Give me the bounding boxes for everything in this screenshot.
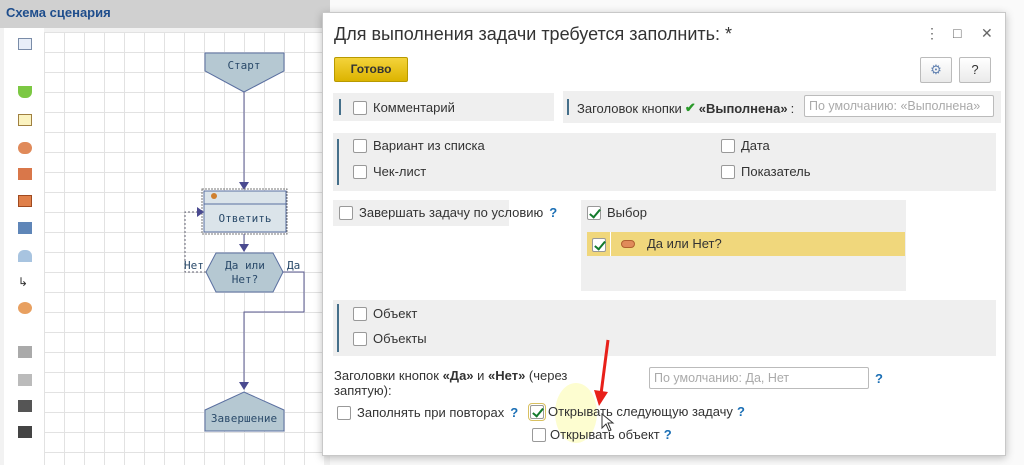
task-fill-dialog: Для выполнения задачи требуется заполнит… — [322, 12, 1006, 456]
mouse-cursor-icon — [601, 413, 615, 432]
open-next-task-checkbox[interactable] — [528, 402, 546, 421]
properties-tool-icon[interactable] — [18, 38, 32, 50]
decision-tool-icon[interactable] — [18, 142, 32, 154]
option-label: Показатель — [741, 164, 811, 179]
subprocess-tool-icon[interactable] — [18, 195, 32, 207]
start-node-label: Старт — [227, 59, 260, 72]
option-list-variant[interactable]: Вариант из списка — [353, 138, 485, 153]
decision-label-2: Нет? — [232, 273, 259, 286]
option-checkbox[interactable] — [353, 164, 367, 179]
objects-row[interactable]: Объекты — [353, 331, 427, 346]
choice-item-checkbox[interactable] — [592, 237, 606, 252]
help-icon[interactable]: ? — [510, 405, 518, 420]
yes-no-captions-label: Заголовки кнопок «Да» и «Нет» (через запя… — [334, 368, 568, 398]
process-tool-icon[interactable] — [18, 168, 32, 180]
send-back-icon[interactable] — [18, 426, 32, 438]
no-branch-label: Нет — [184, 259, 204, 272]
help-icon[interactable]: ? — [737, 404, 745, 419]
user-icon — [211, 193, 217, 199]
scenario-scheme-title: Схема сценария — [0, 0, 330, 28]
finish-by-condition-group: Завершать задачу по условию? — [333, 200, 557, 226]
connector-tool-icon[interactable]: ↳ — [18, 276, 32, 288]
yes-branch-label: Да — [287, 259, 300, 272]
option-checkbox[interactable] — [353, 138, 367, 153]
option-checkbox[interactable] — [721, 138, 735, 153]
option-checkbox[interactable] — [721, 164, 735, 179]
button-caption-group: Заголовок кнопки ✔ «Выполнена»: По умолчан… — [563, 91, 1001, 123]
open-next-task-label: Открывать следующую задачу — [548, 404, 733, 419]
comment-checkbox-row[interactable]: Комментарий — [353, 100, 455, 115]
option-label: Вариант из списка — [373, 138, 485, 153]
choice-label: Выбор — [607, 205, 647, 220]
option-date[interactable]: Дата — [721, 138, 770, 153]
bring-front-icon[interactable] — [18, 400, 32, 412]
choice-item-row[interactable]: Да или Нет? — [587, 232, 905, 256]
finish-by-condition-checkbox[interactable] — [339, 205, 353, 220]
settings-button[interactable]: ⚙ — [920, 57, 952, 83]
task-tool-icon[interactable] — [18, 114, 32, 126]
choice-checkbox[interactable] — [587, 205, 601, 220]
options-group: Вариант из списка Чек-лист Дата Показате… — [333, 133, 996, 191]
help-icon[interactable]: ? — [549, 205, 557, 220]
end-node-label: Завершение — [211, 412, 277, 425]
select-tool-icon[interactable] — [18, 346, 32, 358]
end-tool-icon[interactable] — [18, 250, 32, 262]
choice-row[interactable]: Выбор — [587, 205, 647, 220]
maximize-icon[interactable]: □ — [953, 25, 961, 41]
help-button[interactable]: ? — [959, 57, 991, 83]
yes-no-captions-input[interactable]: По умолчанию: Да, Нет — [649, 367, 869, 389]
gear-icon: ⚙ — [930, 62, 942, 77]
button-caption-label: Заголовок кнопки — [577, 100, 682, 116]
checkmark-icon: ✔ — [684, 100, 696, 115]
choice-group: Выбор Да или Нет? — [581, 200, 906, 291]
comment-checkbox[interactable] — [353, 100, 367, 115]
finish-by-condition-row[interactable]: Завершать задачу по условию? — [339, 205, 557, 220]
fill-on-repeat-label: Заполнять при повторах — [357, 405, 505, 420]
close-icon[interactable]: ✕ — [981, 25, 993, 42]
more-icon[interactable]: ⋮ — [925, 25, 939, 42]
objects-checkbox[interactable] — [353, 331, 367, 346]
help-icon[interactable]: ? — [875, 371, 883, 386]
comment-label: Комментарий — [373, 100, 455, 115]
finish-by-condition-label: Завершать задачу по условию — [359, 205, 544, 220]
decision-label-1: Да или — [225, 259, 265, 272]
object-checkbox[interactable] — [353, 306, 367, 321]
align-tool-icon[interactable] — [18, 374, 32, 386]
help-icon[interactable]: ? — [664, 427, 672, 442]
shapes-tool-icon[interactable] — [18, 302, 32, 314]
diagram-toolbar: ↳ — [4, 28, 44, 465]
red-arrow-annotation — [594, 339, 610, 406]
decision-icon — [621, 240, 635, 248]
comment-group: Комментарий — [333, 93, 554, 121]
option-label: Дата — [741, 138, 770, 153]
button-caption-bold: «Выполнена» — [698, 100, 788, 116]
open-object-checkbox[interactable] — [532, 427, 546, 442]
dialog-title: Для выполнения задачи требуется заполнит… — [334, 24, 733, 44]
option-indicator[interactable]: Показатель — [721, 164, 811, 179]
objects-label: Объекты — [373, 331, 427, 346]
option-checklist[interactable]: Чек-лист — [353, 164, 426, 179]
group-tool-icon[interactable] — [18, 222, 32, 234]
start-tool-icon[interactable] — [18, 86, 32, 98]
colon: : — [790, 100, 795, 116]
done-button[interactable]: Готово — [334, 57, 408, 82]
object-label: Объект — [373, 306, 418, 321]
fill-on-repeat-checkbox[interactable] — [337, 405, 351, 420]
fill-on-repeat-row[interactable]: Заполнять при повторах? — [337, 405, 518, 420]
button-caption-input[interactable]: По умолчанию: «Выполнена» — [804, 95, 994, 117]
task-node-label: Ответить — [219, 212, 272, 225]
objects-group: Объект Объекты — [333, 300, 996, 356]
open-next-task-row[interactable]: Открывать следующую задачу? — [528, 402, 745, 421]
diagram-canvas[interactable]: Старт Ответить Да или Нет? Нет Да Заверш… — [44, 32, 324, 465]
choice-item-label: Да или Нет? — [647, 236, 722, 251]
option-label: Чек-лист — [373, 164, 427, 179]
object-row[interactable]: Объект — [353, 306, 417, 321]
